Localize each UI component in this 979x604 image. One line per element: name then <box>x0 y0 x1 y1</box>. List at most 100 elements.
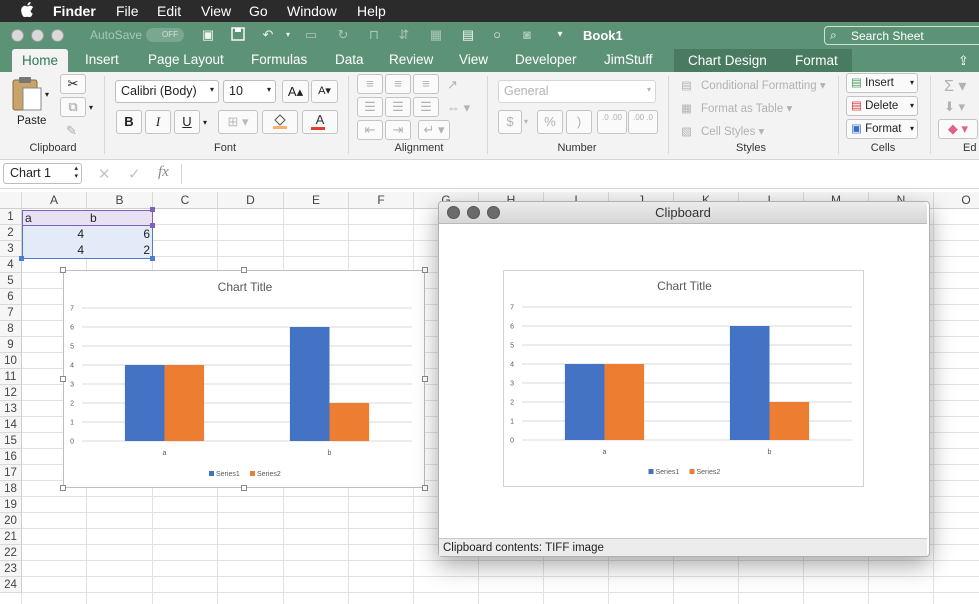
clipboard-icon[interactable]: ▤ <box>460 27 476 43</box>
tab-page-layout[interactable]: Page Layout <box>148 52 224 67</box>
chart-resize-handle[interactable] <box>241 267 247 273</box>
row-header-9[interactable]: 9 <box>0 337 22 353</box>
lock-icon[interactable]: ⊓ <box>366 27 382 43</box>
tab-jimstuff[interactable]: JimStuff <box>604 52 653 67</box>
save-icon[interactable] <box>230 27 246 43</box>
format-cells-button[interactable]: ▣ Format ▾ <box>846 119 918 139</box>
chart-resize-handle[interactable] <box>60 376 66 382</box>
cancel-formula-icon[interactable]: ✕ <box>98 165 111 183</box>
undo-dropdown-icon[interactable]: ▾ <box>280 27 296 43</box>
italic-button[interactable]: I <box>145 110 171 134</box>
menu-window[interactable]: Window <box>287 3 337 19</box>
wrap-text-icon[interactable]: ↵ ▾ <box>418 120 450 140</box>
row-header-12[interactable]: 12 <box>0 385 22 401</box>
undo-icon[interactable]: ↶ <box>260 27 276 43</box>
row-header-23[interactable]: 23 <box>0 561 22 577</box>
tab-review[interactable]: Review <box>389 52 433 67</box>
merge-icon[interactable]: ⇔ ▾ <box>447 100 470 116</box>
tab-developer[interactable]: Developer <box>515 52 577 67</box>
insert-cells-button[interactable]: ▤ Insert ▾ <box>846 73 918 93</box>
confirm-formula-icon[interactable]: ✓ <box>128 165 141 183</box>
tab-home[interactable]: Home <box>12 49 69 72</box>
chart-resize-handle[interactable] <box>60 267 66 273</box>
redo-icon[interactable]: ↻ <box>335 27 351 43</box>
borders-icon[interactable]: ⊞ ▾ <box>218 110 258 134</box>
fill-icon[interactable]: ⬇ ▾ <box>944 99 965 115</box>
tab-format[interactable]: Format <box>781 49 852 72</box>
copy-dropdown-icon[interactable]: ▾ <box>89 103 93 112</box>
chart-resize-handle[interactable] <box>422 267 428 273</box>
format-painter-icon[interactable]: ✎ <box>66 123 77 139</box>
percent-button[interactable]: % <box>537 110 563 134</box>
row-header-7[interactable]: 7 <box>0 305 22 321</box>
tab-insert[interactable]: Insert <box>85 52 119 67</box>
row-header-22[interactable]: 22 <box>0 545 22 561</box>
row-header-2[interactable]: 2 <box>0 225 22 241</box>
menu-file[interactable]: File <box>116 3 139 19</box>
share-icon[interactable]: ⇪ <box>958 53 969 69</box>
menu-app-name[interactable]: Finder <box>53 3 96 19</box>
row-header-20[interactable]: 20 <box>0 513 22 529</box>
row-header-21[interactable]: 21 <box>0 529 22 545</box>
close-window-button[interactable] <box>11 29 24 42</box>
tab-data[interactable]: Data <box>335 52 364 67</box>
row-header-16[interactable]: 16 <box>0 449 22 465</box>
align-center-icon[interactable]: ☰ <box>385 97 411 117</box>
print-icon[interactable]: ▭ <box>303 27 319 43</box>
currency-dropdown-icon[interactable]: ▾ <box>524 117 528 126</box>
chart-resize-handle[interactable] <box>241 485 247 491</box>
row-header-8[interactable]: 8 <box>0 321 22 337</box>
decrease-indent-icon[interactable]: ⇤ <box>357 120 383 140</box>
column-header-o[interactable]: O <box>934 192 979 209</box>
orientation-icon[interactable]: ↗ <box>447 77 458 93</box>
decrease-decimal-button[interactable]: .00 .0 <box>628 110 658 134</box>
row-header-6[interactable]: 6 <box>0 289 22 305</box>
row-header-14[interactable]: 14 <box>0 417 22 433</box>
row-header-5[interactable]: 5 <box>0 273 22 289</box>
underline-button[interactable]: U <box>174 110 200 134</box>
paste-dropdown-icon[interactable]: ▾ <box>45 90 49 99</box>
menu-help[interactable]: Help <box>357 3 386 19</box>
column-header-c[interactable]: C <box>153 192 218 209</box>
tab-formulas[interactable]: Formulas <box>251 52 307 67</box>
format-as-table-button[interactable]: Format as Table ▾ <box>701 101 792 115</box>
insert-function-icon[interactable]: fx <box>158 164 169 181</box>
sort-icon[interactable]: ⇵ <box>396 27 412 43</box>
search-sheet-field[interactable]: ⌕ Search Sheet <box>824 26 979 45</box>
row-header-24[interactable]: 24 <box>0 577 22 593</box>
currency-button[interactable]: $ <box>498 110 522 134</box>
align-middle-icon[interactable]: ≡ <box>385 74 411 94</box>
name-box[interactable]: Chart 1 ▴ ▾ <box>3 163 82 184</box>
align-left-icon[interactable]: ☰ <box>357 97 383 117</box>
clipboard-window[interactable]: Clipboard Chart Title 0 1 2 3 4 5 6 7 a b Series1 Se… <box>438 201 930 557</box>
conditional-formatting-button[interactable]: Conditional Formatting ▾ <box>701 78 826 92</box>
autosave-toggle[interactable]: OFF <box>146 28 184 42</box>
row-header-11[interactable]: 11 <box>0 369 22 385</box>
row-header-10[interactable]: 10 <box>0 353 22 369</box>
chart-resize-handle[interactable] <box>422 376 428 382</box>
bold-button[interactable]: B <box>116 110 142 134</box>
font-color-button[interactable]: A <box>302 110 338 134</box>
column-header-f[interactable]: F <box>349 192 414 209</box>
fill-color-button[interactable] <box>262 110 298 134</box>
autosum-icon[interactable]: Σ ▾ <box>944 76 966 96</box>
row-header-15[interactable]: 15 <box>0 433 22 449</box>
menu-go[interactable]: Go <box>249 3 268 19</box>
row-header-17[interactable]: 17 <box>0 465 22 481</box>
increase-indent-icon[interactable]: ⇥ <box>385 120 411 140</box>
camera-icon[interactable]: ◙ <box>519 27 535 43</box>
paste-button[interactable] <box>8 76 46 116</box>
column-header-d[interactable]: D <box>218 192 284 209</box>
copy-icon[interactable]: ⧉ <box>60 97 86 117</box>
column-header-e[interactable]: E <box>284 192 349 209</box>
minimize-window-button[interactable] <box>31 29 44 42</box>
number-format-select[interactable]: General ▾ <box>498 80 656 103</box>
customize-toolbar-icon[interactable]: ▾ <box>552 27 568 43</box>
sidebar-icon[interactable]: ▣ <box>200 27 216 43</box>
comma-button[interactable]: ) <box>566 110 592 134</box>
align-top-icon[interactable]: ≡ <box>357 74 383 94</box>
apple-icon[interactable] <box>21 2 34 21</box>
grow-font-button[interactable]: A▴ <box>282 80 309 103</box>
select-all-corner[interactable] <box>0 192 22 209</box>
underline-dropdown-icon[interactable]: ▾ <box>203 118 207 127</box>
